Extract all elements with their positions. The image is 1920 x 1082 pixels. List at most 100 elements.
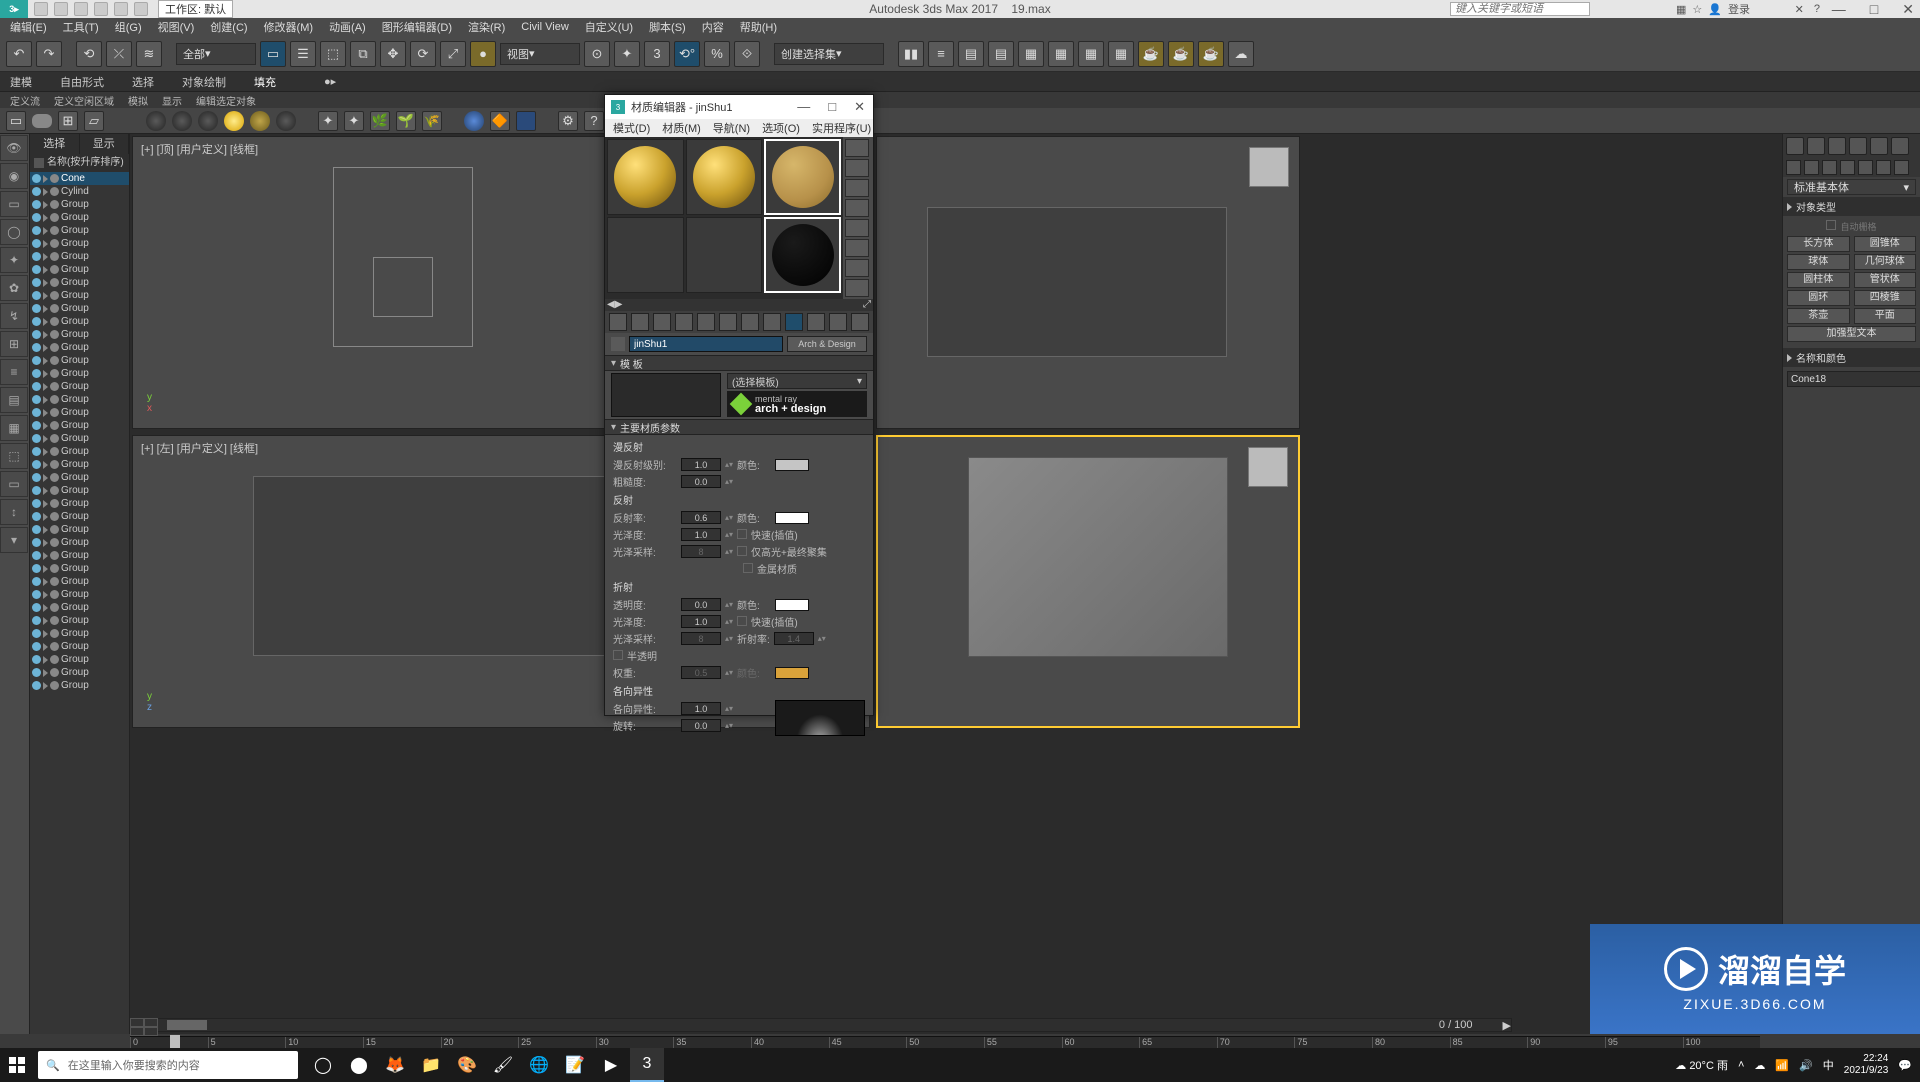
spinner-aniso[interactable]: 1.0 [681, 702, 721, 715]
person-icon[interactable]: 👤 [1708, 3, 1722, 16]
me-menu-modes[interactable]: 模式(D) [613, 120, 650, 136]
render-production-button[interactable]: ☕ [1138, 41, 1164, 67]
material-type-button[interactable]: Arch & Design [787, 336, 867, 352]
btn-plane[interactable]: 平面 [1854, 308, 1917, 324]
spinner-snap-toggle[interactable]: ⟐ [734, 41, 760, 67]
tab-create[interactable] [1786, 137, 1804, 155]
cat-lights[interactable] [1822, 160, 1837, 175]
me-tb-1[interactable] [609, 313, 627, 331]
shelf-grass-icon[interactable]: 🌾 [422, 111, 442, 131]
grid-icon[interactable]: ▦ [1676, 3, 1686, 16]
qat-link-icon[interactable] [134, 2, 148, 16]
task-view-button[interactable]: ◯ [306, 1048, 340, 1082]
se-tool-1[interactable]: 👁 [0, 135, 28, 161]
layer-list[interactable]: ConeCylindGroupGroupGroupGroupGroupGroup… [30, 172, 129, 1034]
layer-row[interactable]: Group [30, 614, 129, 627]
check-fast-refl[interactable]: 快速(插值) [751, 531, 798, 542]
layer-row[interactable]: Group [30, 549, 129, 562]
check-translucency[interactable]: 半透明 [627, 652, 657, 663]
layer-row[interactable]: Group [30, 406, 129, 419]
percent-snap-toggle[interactable]: % [704, 41, 730, 67]
menu-rendering[interactable]: 渲染(R) [468, 19, 505, 35]
material-name-field[interactable] [629, 336, 783, 352]
me-side-7[interactable] [845, 259, 869, 277]
me-tb-9[interactable] [785, 313, 803, 331]
menu-create[interactable]: 创建(C) [210, 19, 247, 35]
account-area[interactable]: ▦ ☆ 👤 登录 [1676, 1, 1750, 17]
star-icon[interactable]: ☆ [1692, 3, 1702, 16]
btn-box[interactable]: 长方体 [1787, 236, 1850, 252]
rollout-name-color[interactable]: 名称和颜色 [1783, 348, 1920, 367]
se-tool-13[interactable]: ▭ [0, 471, 28, 497]
schematic-view-button[interactable]: ▦ [1018, 41, 1044, 67]
btn-tube[interactable]: 管状体 [1854, 272, 1917, 288]
layer-row[interactable]: Group [30, 315, 129, 328]
qat-new-icon[interactable] [34, 2, 48, 16]
exchange-icon[interactable]: ✕ [1795, 3, 1804, 16]
tab-utilities[interactable] [1891, 137, 1909, 155]
rollout-templates[interactable]: 模 板 [605, 355, 873, 371]
menu-civilview[interactable]: Civil View [521, 21, 568, 33]
se-tool-10[interactable]: ▤ [0, 387, 28, 413]
start-button[interactable] [0, 1048, 34, 1082]
tab-hierarchy[interactable] [1828, 137, 1846, 155]
bind-button[interactable]: ≋ [136, 41, 162, 67]
named-selection-dropdown[interactable]: 创建选择集 ▾ [774, 43, 884, 65]
viewport-top-label[interactable]: [+] [顶] [用户定义] [线框] [141, 141, 258, 157]
shelf-sphere2-icon[interactable] [172, 111, 192, 131]
layer-row[interactable]: Group [30, 328, 129, 341]
qat-redo-icon[interactable] [114, 2, 128, 16]
me-tb-3[interactable] [653, 313, 671, 331]
sample-slot-2[interactable] [686, 139, 763, 215]
qat-undo-icon[interactable] [94, 2, 108, 16]
cat-cameras[interactable] [1840, 160, 1855, 175]
render-setup-button[interactable]: ▦ [1078, 41, 1104, 67]
render-online-button[interactable]: ☁ [1228, 41, 1254, 67]
btn-sphere[interactable]: 球体 [1787, 254, 1850, 270]
layer-row[interactable]: Group [30, 432, 129, 445]
me-side-2[interactable] [845, 159, 869, 177]
qat-open-icon[interactable] [54, 2, 68, 16]
shelf-color-icon[interactable]: 🔶 [490, 111, 510, 131]
taskbar-app-generic[interactable]: ▶ [594, 1048, 628, 1082]
taskbar-app-explorer[interactable]: 📁 [414, 1048, 448, 1082]
viewcube-front[interactable] [1249, 147, 1289, 187]
me-tb-10[interactable] [807, 313, 825, 331]
help-icon[interactable]: ? [1814, 3, 1820, 16]
layer-row[interactable]: Group [30, 380, 129, 393]
layer-row[interactable]: Group [30, 601, 129, 614]
unlink-button[interactable]: ⤫ [106, 41, 132, 67]
me-tb-12[interactable] [851, 313, 869, 331]
me-side-4[interactable] [845, 199, 869, 217]
layer-row[interactable]: Group [30, 211, 129, 224]
rendered-frame-button[interactable]: ▦ [1108, 41, 1134, 67]
btn-cone[interactable]: 圆锥体 [1854, 236, 1917, 252]
ribbon-sub-simulate[interactable]: 模拟 [128, 93, 148, 108]
shelf-sun-icon[interactable] [224, 111, 244, 131]
layers-button[interactable]: ▤ [958, 41, 984, 67]
se-tool-8[interactable]: ⊞ [0, 331, 28, 357]
tray-notifications-icon[interactable]: 💬 [1898, 1059, 1912, 1072]
layer-row[interactable]: Group [30, 354, 129, 367]
se-tab-display[interactable]: 显示 [80, 134, 130, 154]
layer-row[interactable]: Group [30, 484, 129, 497]
cat-spacewarps[interactable] [1876, 160, 1891, 175]
me-tb-5[interactable] [697, 313, 715, 331]
ribbon-tab-populate[interactable]: 填充 [254, 74, 276, 90]
btn-textplus[interactable]: 加强型文本 [1787, 326, 1916, 342]
sample-slot-1[interactable] [607, 139, 684, 215]
me-side-8[interactable] [845, 279, 869, 297]
taskbar-app-paint[interactable]: 🎨 [450, 1048, 484, 1082]
me-side-3[interactable] [845, 179, 869, 197]
layer-row[interactable]: Group [30, 419, 129, 432]
me-tb-7[interactable] [741, 313, 759, 331]
shelf-tree2-icon[interactable]: 🌱 [396, 111, 416, 131]
curve-editor-button[interactable]: ▤ [988, 41, 1014, 67]
taskbar-app-edge[interactable]: 🌐 [522, 1048, 556, 1082]
shelf-sphere1-icon[interactable] [146, 111, 166, 131]
spinner-reflectivity[interactable]: 0.6 [681, 511, 721, 524]
me-minimize-button[interactable]: — [797, 99, 810, 115]
viewport-front[interactable] [876, 136, 1300, 429]
sample-slot-3[interactable] [764, 139, 841, 215]
taskbar-search[interactable]: 🔍 在这里输入你要搜索的内容 [38, 1051, 298, 1079]
